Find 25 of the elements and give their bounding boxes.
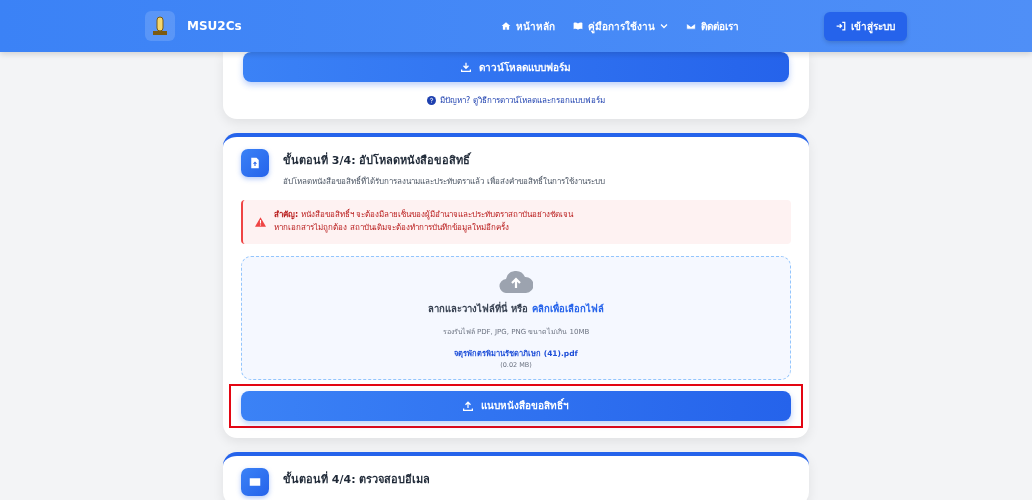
- file-upload-icon: [241, 149, 269, 177]
- cloud-upload-icon: [499, 268, 533, 293]
- warning-text: สำคัญ: หนังสือขอสิทธิ์ฯ จะต้องมีลายเซ็นของผู้มีอำนาจและประทับตราสถาบันอย่างชัดเจน: [274, 209, 574, 222]
- attach-document-button[interactable]: แนบหนังสือขอสิทธิ์ฯ: [241, 390, 791, 421]
- book-icon: [572, 21, 583, 31]
- warning-icon: [255, 216, 266, 227]
- browse-link[interactable]: คลิกเพื่อเลือกไฟล์: [531, 300, 604, 316]
- brand-name: MSU2Cs: [187, 19, 242, 33]
- login-button[interactable]: เข้าสู่ระบบ: [824, 11, 907, 41]
- nav-link[interactable]: คู่มือการใช้งาน: [572, 18, 668, 34]
- dropzone-prompt: ลากและวางไฟล์ที่นี่ หรือ: [428, 300, 528, 316]
- sign-in-icon: [836, 21, 846, 31]
- nav-link[interactable]: หน้าหลัก: [500, 18, 555, 34]
- logo-icon[interactable]: [145, 11, 175, 41]
- home-icon: [500, 21, 511, 31]
- step-description: อัปโหลดหนังสือขอสิทธิ์ที่ได้รับการลงนามและประทับตราแล้ว เพื่อส่งคำขอสิทธิ์ในการใช้งานระบบ: [283, 175, 605, 188]
- download-icon: [461, 62, 471, 72]
- step-title: ขั้นตอนที่ 3/4: อัปโหลดหนังสือขอสิทธิ์: [283, 151, 473, 169]
- nav-link[interactable]: ติดต่อเรา: [685, 18, 739, 34]
- download-form-button[interactable]: ดาวน์โหลดแบบฟอร์ม: [243, 52, 789, 82]
- question-icon: [427, 96, 437, 105]
- warning-text: หากเอกสารไม่ถูกต้อง สถาบันเดิมจะต้องทำการบันทึกข้อมูลใหม่อีกครั้ง: [274, 221, 510, 235]
- step-title: ขั้นตอนที่ 4/4: ตรวจสอบอีเมล: [283, 470, 431, 488]
- upload-icon: [463, 400, 473, 411]
- help-link[interactable]: มีปัญหา? ดูวิธีการดาวน์โหลดและกรอกแบบฟอร์ม: [427, 94, 605, 107]
